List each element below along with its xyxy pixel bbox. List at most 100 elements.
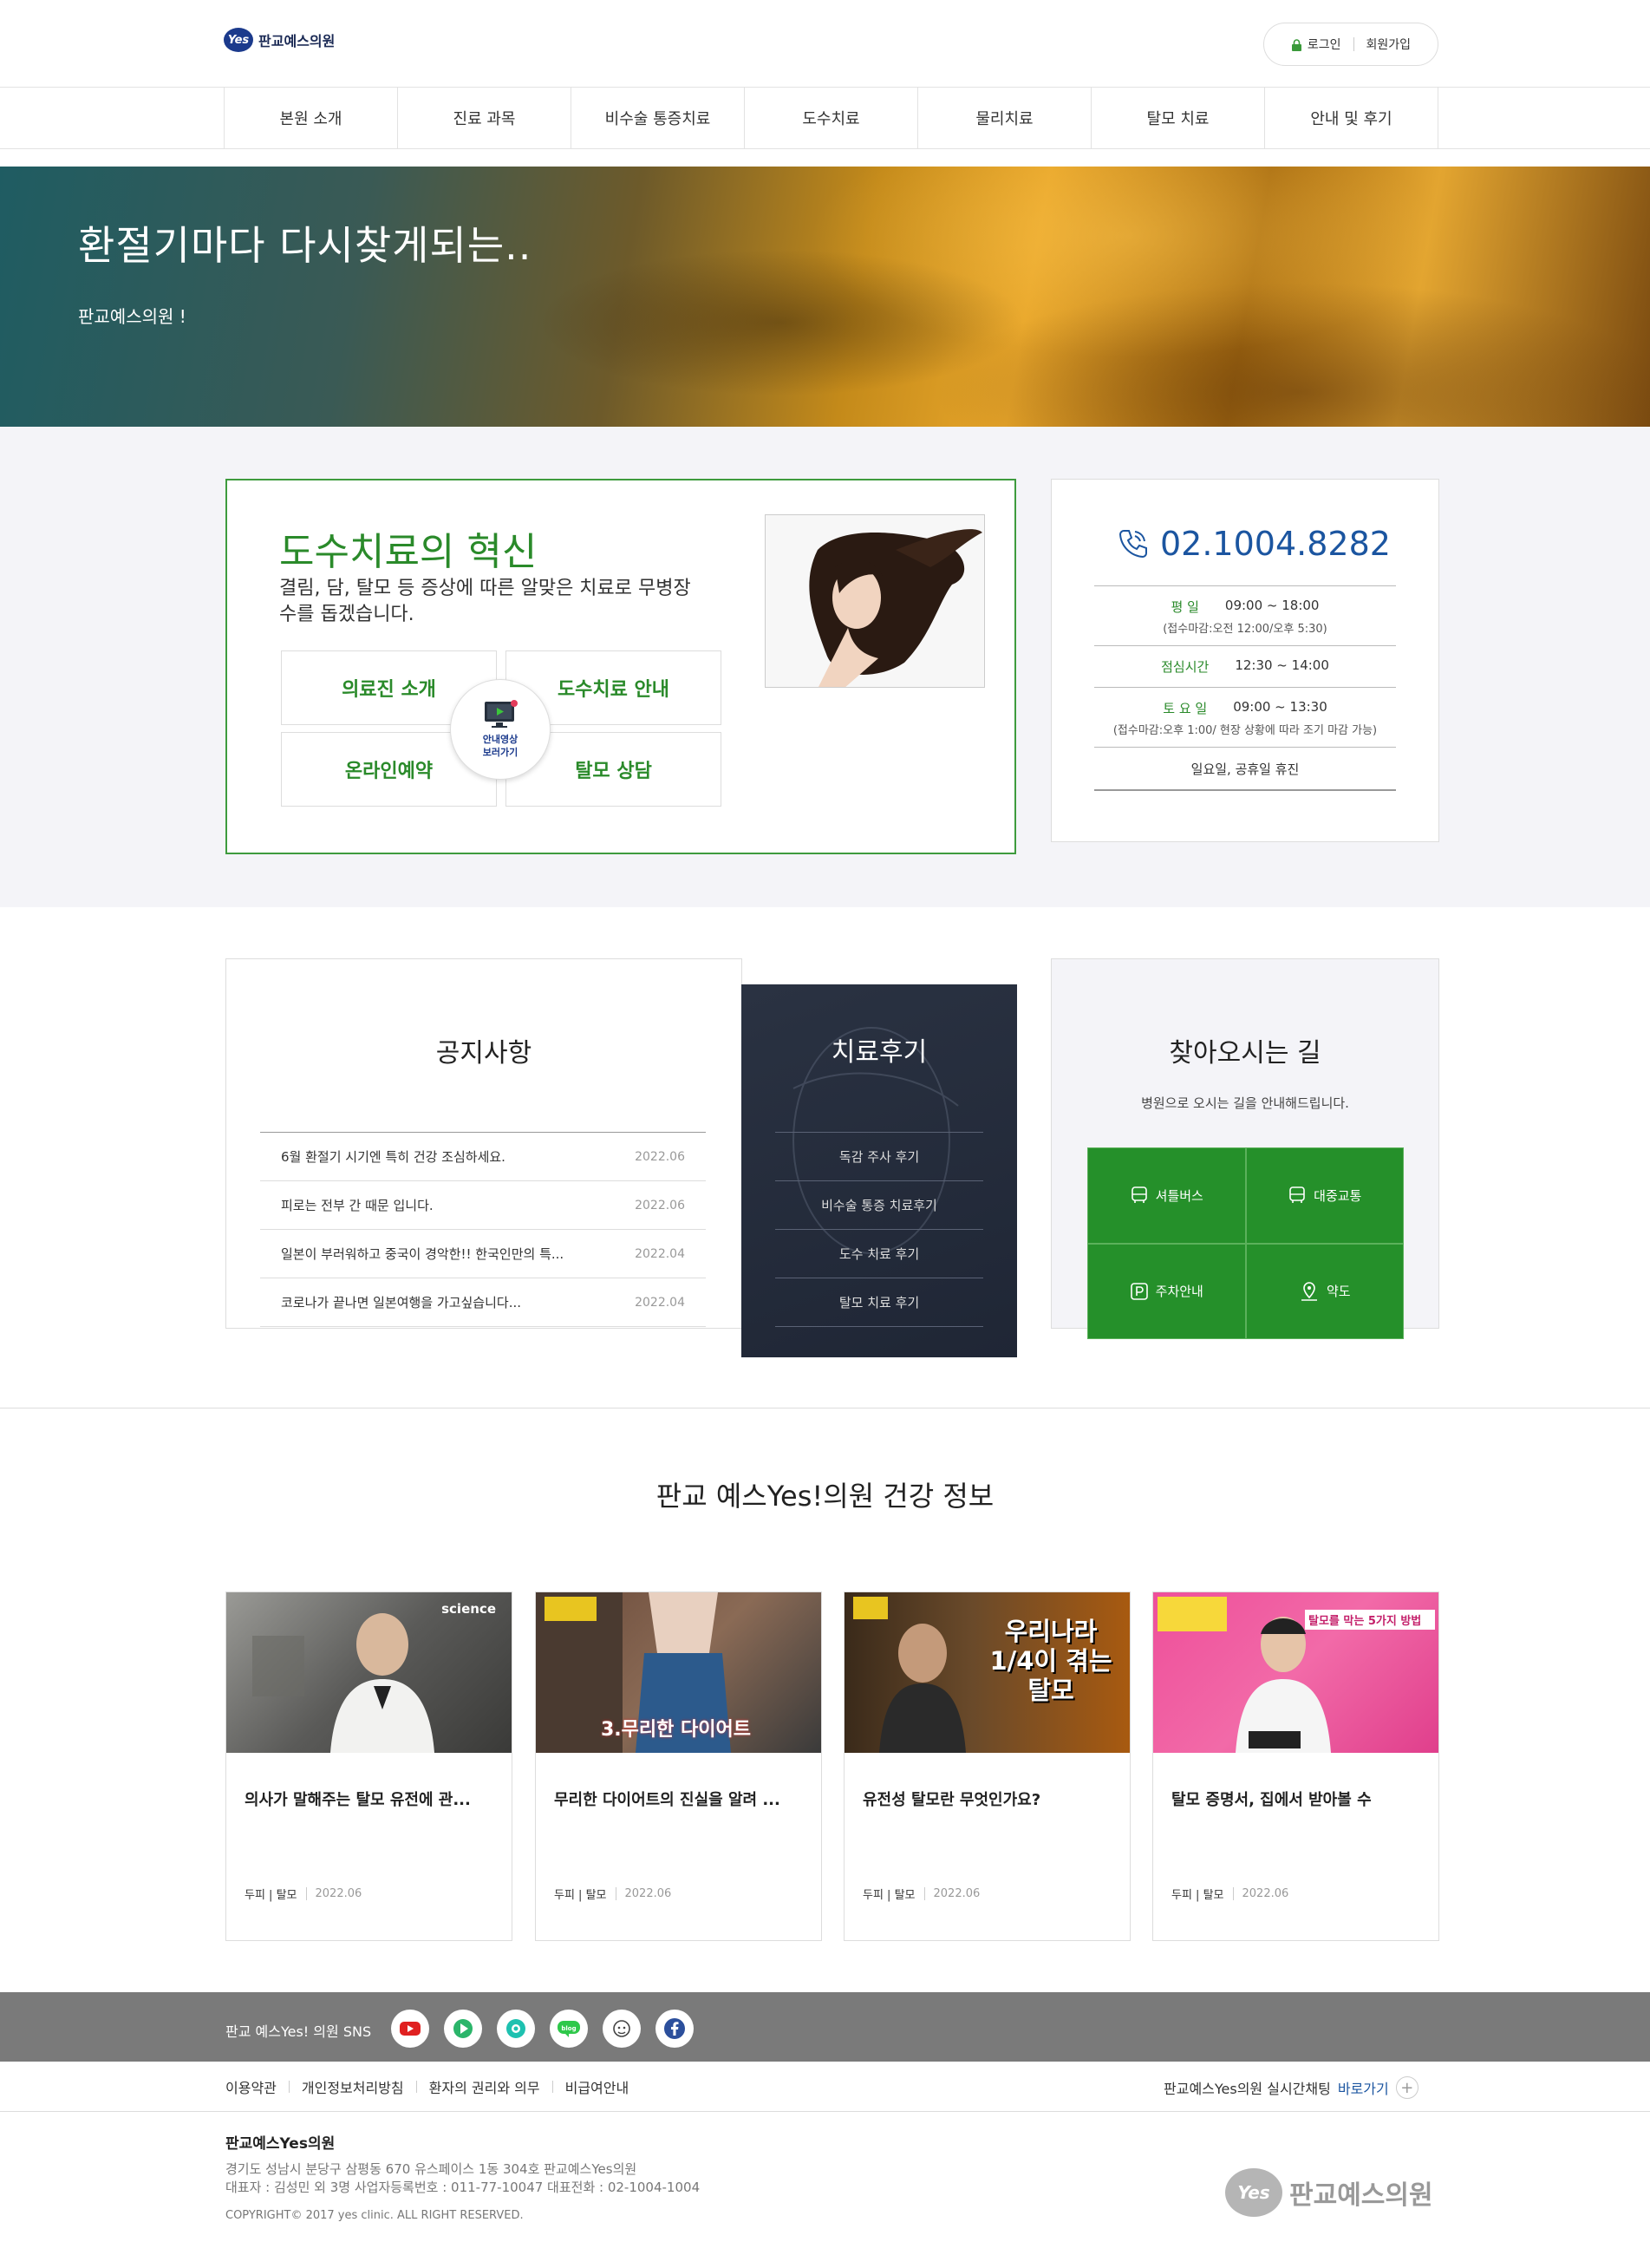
- live-chat-link[interactable]: 바로가기: [1338, 2077, 1389, 2098]
- notice-item-text: 일본이 부러워하고 중국이 경악한!! 한국인만의 특...: [281, 1246, 564, 1262]
- video-label-line2: 보러가기: [482, 747, 518, 758]
- review-item[interactable]: 독감 주사 후기: [775, 1133, 983, 1181]
- health-card[interactable]: 3.무리한 다이어트 무리한 다이어트의 진실을 알려 ... 두피 | 탈모 2…: [535, 1592, 822, 1941]
- auth-box: 로그인 회원가입: [1263, 23, 1438, 66]
- card-title: 유전성 탈모란 무엇인가요?: [863, 1791, 1041, 1809]
- plus-icon[interactable]: +: [1395, 2076, 1418, 2099]
- nav-item-nonsurgical[interactable]: 비수술 통증치료: [571, 88, 745, 148]
- footer-divider: [0, 2111, 1650, 2112]
- card-thumbnail: 탈모를 막는 5가지 방법: [1153, 1592, 1438, 1753]
- card-title: 무리한 다이어트의 진실을 알려 ...: [554, 1791, 780, 1809]
- live-chat: 판교예스Yes의원 실시간채팅 바로가기 +: [1164, 2076, 1418, 2099]
- svg-text:blog: blog: [561, 2025, 576, 2032]
- hero-background: [0, 167, 1650, 427]
- login-link[interactable]: 로그인: [1291, 36, 1341, 53]
- notice-item-date: 2022.06: [635, 1198, 685, 1212]
- hours-weekday: 평 일 09:00 ~ 18:00 (접수마감:오전 12:00/오후 5:30): [1094, 598, 1396, 636]
- footer-address-block: 경기도 성남시 분당구 삼평동 670 유스페이스 1동 304호 판교예스Ye…: [225, 2160, 700, 2197]
- hours-divider: [1094, 645, 1396, 646]
- saturday-note: (접수마감:오후 1:00/ 현장 상황에 따라 조기 마감 가능): [1112, 724, 1378, 737]
- kakao-story-icon[interactable]: [603, 2010, 641, 2048]
- card-category: 두피 | 탈모: [1171, 1889, 1224, 1902]
- patient-rights-link[interactable]: 환자의 권리와 의무: [429, 2076, 540, 2097]
- hours-divider: [1094, 585, 1396, 586]
- nav-item-departments[interactable]: 진료 과목: [398, 88, 571, 148]
- thumbnail-caption: 3.무리한 다이어트: [601, 1719, 752, 1741]
- hours-closed: 일요일, 공휴일 휴진: [1094, 760, 1396, 778]
- map-button[interactable]: 약도: [1245, 1243, 1404, 1339]
- notice-title[interactable]: 공지사항: [226, 1031, 741, 1069]
- review-title[interactable]: 치료후기: [741, 1030, 1017, 1069]
- saturday-label: 토 요 일: [1163, 701, 1208, 716]
- card-date: 2022.06: [615, 1887, 671, 1900]
- monitor-play-icon: [485, 700, 518, 728]
- notice-item[interactable]: 피로는 전부 간 때문 입니다. 2022.06: [260, 1181, 706, 1230]
- notice-item-text: 피로는 전부 간 때문 입니다.: [281, 1198, 434, 1213]
- footer-address: 경기도 성남시 분당구 삼평동 670 유스페이스 1동 304호 판교예스Ye…: [225, 2161, 637, 2177]
- health-info-title: 판교 예스Yes!의원 건강 정보: [655, 1480, 995, 1513]
- parking-button[interactable]: 주차안내: [1087, 1243, 1246, 1339]
- directions-description: 병원으로 오시는 길을 안내해드립니다.: [1141, 1095, 1349, 1111]
- lunch-label: 점심시간: [1161, 659, 1210, 675]
- health-card[interactable]: science 의사가 말해주는 탈모 유전에 관... 두피 | 탈모 2022…: [225, 1592, 512, 1941]
- nav-item-hair-loss[interactable]: 탈모 치료: [1092, 88, 1265, 148]
- health-card[interactable]: 탈모를 막는 5가지 방법 탈모 증명서, 집에서 받아볼 수 두피 | 탈모 2…: [1152, 1592, 1439, 1941]
- phone-row[interactable]: 02.1004.8282: [1115, 525, 1391, 563]
- public-transit-label: 대중교통: [1314, 1187, 1362, 1204]
- sns-label: 판교 예스Yes! 의원 SNS: [225, 2023, 372, 2040]
- review-item[interactable]: 탈모 치료 후기: [775, 1278, 983, 1327]
- nav-item-about[interactable]: 본원 소개: [225, 88, 398, 148]
- public-transit-button[interactable]: 대중교통: [1245, 1147, 1404, 1244]
- map-label: 약도: [1326, 1284, 1351, 1300]
- notice-item[interactable]: 일본이 부러워하고 중국이 경악한!! 한국인만의 특... 2022.04: [260, 1230, 706, 1278]
- blog-icon[interactable]: blog: [550, 2010, 588, 2048]
- notice-item[interactable]: 6월 환절기 시기엔 특히 건강 조심하세요. 2022.06: [260, 1133, 706, 1181]
- naver-post-icon[interactable]: [497, 2010, 535, 2048]
- hours-saturday: 토 요 일 09:00 ~ 13:30 (접수마감:오후 1:00/ 현장 상황에…: [1094, 699, 1396, 737]
- saturday-hours: 09:00 ~ 13:30: [1233, 699, 1327, 715]
- hours-divider: [1094, 747, 1396, 748]
- youtube-icon[interactable]: [391, 2010, 429, 2048]
- phone-icon: [1118, 530, 1147, 559]
- weekday-hours: 09:00 ~ 18:00: [1224, 598, 1320, 613]
- weekday-note: (접수마감:오전 12:00/오후 5:30): [1163, 623, 1327, 636]
- notice-item[interactable]: 코로나가 끝나면 일본여행을 가고싶습니다... 2022.04: [260, 1278, 706, 1327]
- closed-days: 일요일, 공휴일 휴진: [1190, 761, 1300, 777]
- lunch-hours: 12:30 ~ 14:00: [1235, 657, 1329, 673]
- promo-title: 도수치료의 혁신: [279, 530, 538, 574]
- notice-item-text: 6월 환절기 시기엔 특히 건강 조심하세요.: [281, 1149, 505, 1165]
- notice-item-date: 2022.04: [635, 1295, 685, 1310]
- hours-divider: [1094, 789, 1396, 791]
- site-logo[interactable]: Yes 판교예스의원: [224, 28, 335, 52]
- card-title: 의사가 말해주는 탈모 유전에 관...: [245, 1791, 471, 1809]
- footer-logo-mark: Yes: [1225, 2168, 1282, 2217]
- review-item[interactable]: 도수 치료 후기: [775, 1230, 983, 1278]
- map-pin-icon: [1301, 1281, 1317, 1301]
- play-store-icon[interactable]: [444, 2010, 482, 2048]
- logo-mark: Yes: [224, 28, 253, 52]
- footer-business-info: 대표자 : 김성민 외 3명 사업자등록번호 : 011-77-10047 대표…: [225, 2180, 701, 2195]
- privacy-link[interactable]: 개인정보처리방침: [302, 2076, 404, 2097]
- footer-logo-text: 판교예스의원: [1289, 2180, 1433, 2211]
- health-card[interactable]: 우리나라 1/4이 겪는탈모 유전성 탈모란 무엇인가요? 두피 | 탈모 202…: [844, 1592, 1131, 1941]
- shuttle-bus-button[interactable]: 셔틀버스: [1087, 1147, 1246, 1244]
- facebook-icon[interactable]: [655, 2010, 694, 2048]
- nav-item-physical-therapy[interactable]: 물리치료: [918, 88, 1092, 148]
- main-nav: 본원 소개 진료 과목 비수술 통증치료 도수치료 물리치료 탈모 치료 안내 …: [0, 87, 1650, 149]
- hours-lunch: 점심시간 12:30 ~ 14:00: [1094, 657, 1396, 676]
- notice-item-date: 2022.06: [635, 1149, 685, 1164]
- phone-number: 02.1004.8282: [1160, 525, 1391, 563]
- nav-item-info-reviews[interactable]: 안내 및 후기: [1265, 88, 1438, 148]
- review-item[interactable]: 비수술 통증 치료후기: [775, 1181, 983, 1230]
- card-thumbnail: science: [226, 1592, 512, 1753]
- login-label: 로그인: [1307, 38, 1341, 52]
- hero-subtitle: 판교예스의원 !: [78, 306, 186, 327]
- terms-link[interactable]: 이용약관: [225, 2076, 277, 2097]
- hours-divider: [1094, 687, 1396, 688]
- card-thumbnail: 3.무리한 다이어트: [536, 1592, 821, 1753]
- signup-link[interactable]: 회원가입: [1366, 36, 1412, 53]
- guide-video-button[interactable]: 안내영상 보러가기: [450, 679, 551, 780]
- bus-icon: [1289, 1186, 1305, 1204]
- nav-item-manual-therapy[interactable]: 도수치료: [745, 88, 918, 148]
- non-covered-fees-link[interactable]: 비급여안내: [565, 2076, 629, 2097]
